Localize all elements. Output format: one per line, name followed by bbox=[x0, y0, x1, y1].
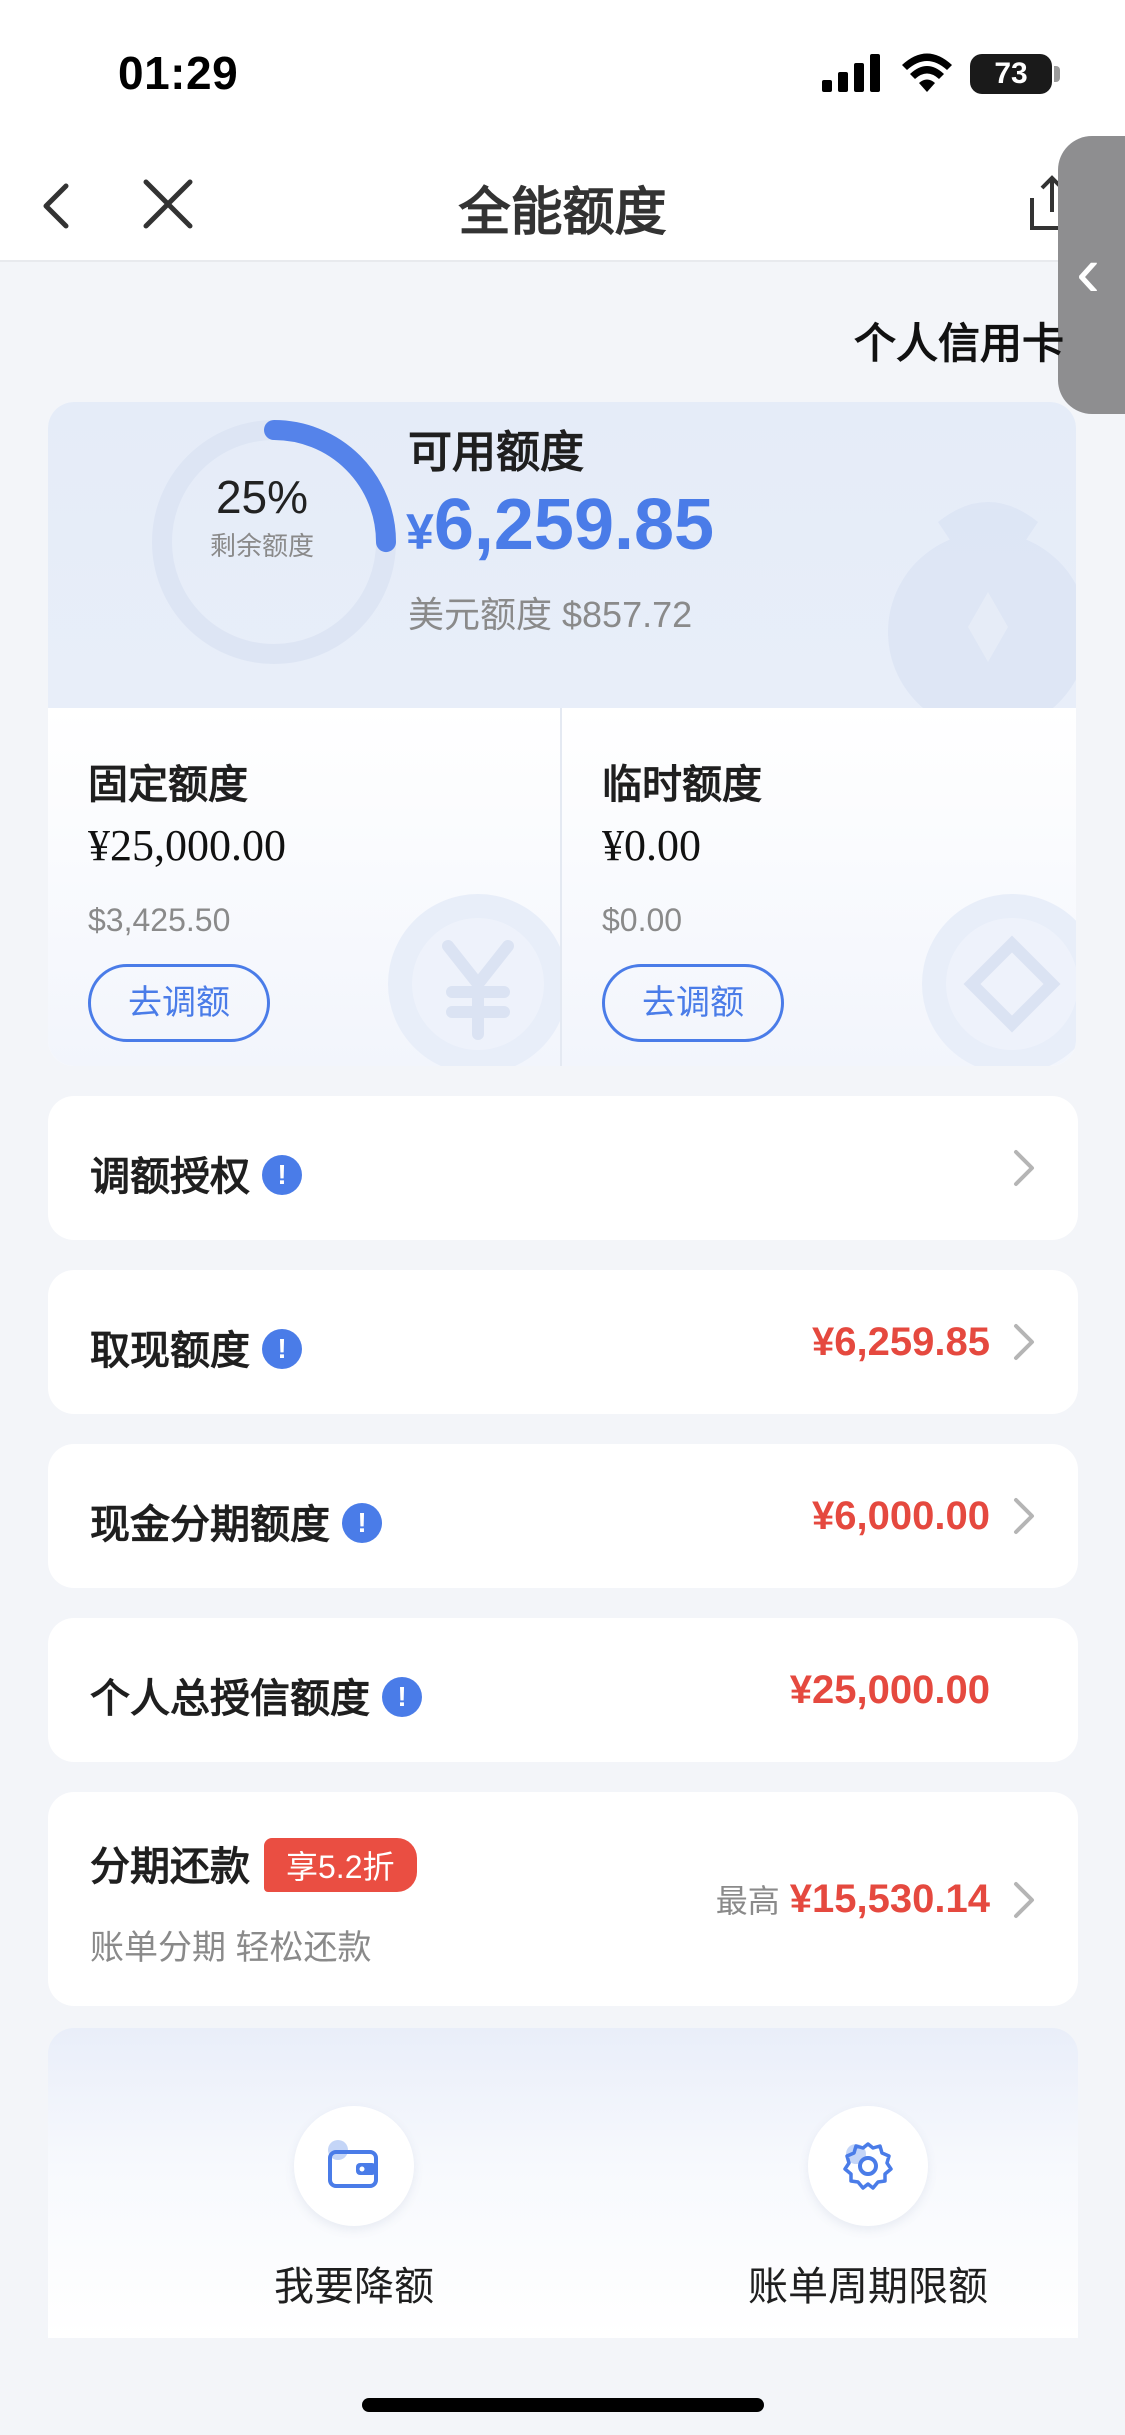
fixed-credit-usd: $3,425.50 bbox=[88, 902, 231, 938]
row-label: 取现额度! bbox=[90, 1318, 302, 1376]
status-bar: 01:29 73 bbox=[0, 0, 1125, 150]
yen-coin-decoration bbox=[388, 894, 562, 1066]
temporary-credit-amount: ¥0.00 bbox=[602, 821, 701, 870]
gear-icon bbox=[843, 2142, 893, 2190]
row-value: ¥6,259.85 bbox=[812, 1320, 990, 1364]
available-amount-value: 6,259.85 bbox=[433, 485, 715, 565]
adjust-temporary-button[interactable]: 去调额 bbox=[602, 964, 784, 1042]
row-label: 调额授权! bbox=[90, 1144, 302, 1202]
currency-symbol: ¥ bbox=[406, 504, 434, 560]
cellular-signal-icon bbox=[822, 54, 880, 92]
billing-cycle-limit-action[interactable]: 账单周期限额 bbox=[688, 2106, 1048, 2312]
money-bag-decoration bbox=[888, 502, 1076, 722]
temporary-credit-usd: $0.00 bbox=[602, 902, 683, 938]
row-label-text: 个人总授信额度 bbox=[90, 1677, 370, 1721]
action-icon-circle bbox=[294, 2106, 414, 2226]
reduce-limit-action[interactable]: 我要降额 bbox=[174, 2106, 534, 2312]
wallet-icon bbox=[328, 2140, 378, 2188]
info-icon[interactable]: ! bbox=[262, 1155, 302, 1196]
quick-actions-panel: 我要降额 账单周期限额 bbox=[48, 2028, 1078, 2338]
fixed-credit-amount: ¥25,000.00 bbox=[88, 821, 286, 870]
battery-icon: 73 bbox=[970, 54, 1052, 94]
usd-credit-line: 美元额度 $857.72 bbox=[408, 594, 693, 635]
credit-summary-header: 25% 剩余额度 可用额度 ¥6,259.85 美元额度 $857.72 bbox=[48, 402, 1076, 722]
value-prefix: 最高 bbox=[715, 1883, 780, 1919]
fixed-credit-panel: 固定额度 ¥25,000.00 $3,425.50 去调额 bbox=[48, 708, 562, 1066]
row-value: ¥25,000.00 bbox=[789, 1668, 990, 1712]
row-label-text: 取现额度 bbox=[90, 1329, 250, 1373]
discount-badge: 享5.2折 bbox=[264, 1838, 417, 1893]
home-indicator[interactable] bbox=[362, 2398, 764, 2412]
installment-amount: ¥15,530.14 bbox=[789, 1877, 990, 1921]
remaining-percent: 25% bbox=[215, 471, 309, 523]
action-icon-circle bbox=[808, 2106, 928, 2226]
row-label-text: 调额授权 bbox=[90, 1155, 250, 1199]
row-label: 现金分期额度! bbox=[90, 1492, 382, 1550]
wifi-icon bbox=[902, 53, 952, 92]
row-label-text: 现金分期额度 bbox=[90, 1503, 330, 1547]
credit-summary-card: 25% 剩余额度 可用额度 ¥6,259.85 美元额度 $857.72 固定额… bbox=[48, 402, 1076, 1066]
row-value: ¥6,000.00 bbox=[812, 1494, 990, 1538]
temporary-credit-panel: 临时额度 ¥0.00 $0.00 去调额 bbox=[562, 708, 1076, 1066]
chevron-right-icon bbox=[1014, 1324, 1034, 1360]
info-icon[interactable]: ! bbox=[342, 1503, 382, 1544]
action-label: 账单周期限额 bbox=[748, 2265, 988, 2309]
chevron-right-icon bbox=[1014, 1498, 1034, 1534]
chevron-right-icon bbox=[1014, 1882, 1034, 1918]
card-type-label: 个人信用卡 bbox=[854, 320, 1065, 367]
fixed-credit-title: 固定额度 bbox=[88, 763, 248, 807]
status-time: 01:29 bbox=[118, 47, 239, 99]
available-credit-label: 可用额度 bbox=[408, 428, 584, 477]
row-value: 最高 ¥15,530.14 bbox=[716, 1876, 990, 1922]
row-label: 分期还款 享5.2折 bbox=[90, 1834, 417, 1896]
info-icon[interactable]: ! bbox=[382, 1677, 422, 1718]
diamond-coin-decoration bbox=[922, 894, 1076, 1066]
list-item-cash-installment[interactable]: 现金分期额度! ¥6,000.00 bbox=[48, 1444, 1078, 1588]
side-drawer-handle[interactable]: ‹ bbox=[1058, 136, 1125, 414]
page-title: 全能额度 bbox=[458, 184, 667, 242]
row-label-text: 分期还款 bbox=[90, 1845, 250, 1889]
list-item-installment-repayment[interactable]: 分期还款 享5.2折 账单分期 轻松还款 最高 ¥15,530.14 bbox=[48, 1792, 1078, 2006]
chevron-right-icon bbox=[1014, 1150, 1034, 1186]
battery-tip bbox=[1054, 66, 1060, 82]
installment-subtitle: 账单分期 轻松还款 bbox=[90, 1929, 372, 1967]
temporary-credit-title: 临时额度 bbox=[602, 763, 762, 807]
chevron-left-icon: ‹ bbox=[1076, 232, 1100, 312]
info-icon[interactable]: ! bbox=[262, 1329, 302, 1370]
list-item-total-credit: 个人总授信额度! ¥25,000.00 bbox=[48, 1618, 1078, 1762]
list-item-adjust-authorization[interactable]: 调额授权! bbox=[48, 1096, 1078, 1240]
action-label: 我要降额 bbox=[274, 2265, 434, 2309]
adjust-fixed-button[interactable]: 去调额 bbox=[88, 964, 270, 1042]
available-credit-amount: ¥6,259.85 bbox=[406, 484, 714, 566]
navigation-bar: 全能额度 bbox=[0, 150, 1125, 262]
list-item-cash-withdrawal[interactable]: 取现额度! ¥6,259.85 bbox=[48, 1270, 1078, 1414]
remaining-percent-label: 剩余额度 bbox=[209, 531, 314, 561]
row-label: 个人总授信额度! bbox=[90, 1666, 422, 1724]
